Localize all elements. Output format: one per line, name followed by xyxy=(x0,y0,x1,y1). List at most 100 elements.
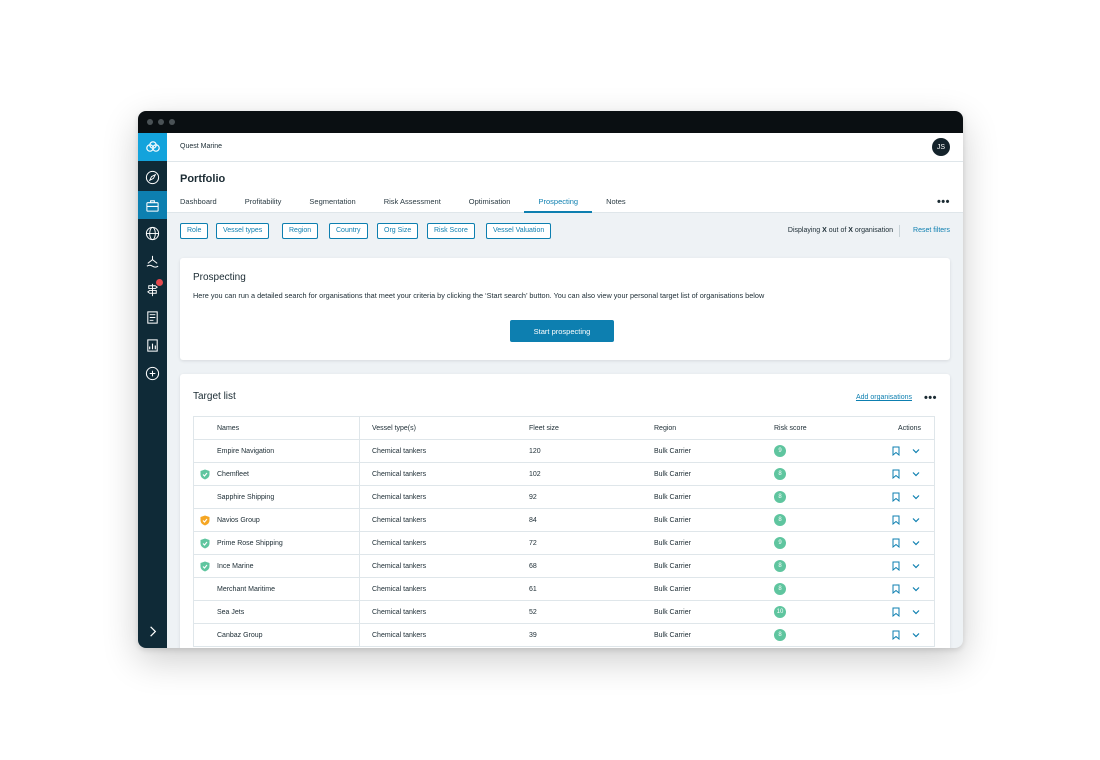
table-row[interactable]: Empire Navigation Chemical tankers 120 B… xyxy=(194,440,934,463)
risk-score-badge: 8 xyxy=(774,629,786,641)
org-name-cell[interactable]: Empire Navigation xyxy=(217,440,274,462)
risk-score-cell: 9 xyxy=(774,532,786,554)
sidebar-item-portfolio[interactable] xyxy=(138,191,167,219)
bookmark-icon[interactable] xyxy=(891,584,901,594)
chevron-down-icon[interactable] xyxy=(911,538,921,548)
tab-notes[interactable]: Notes xyxy=(592,197,640,213)
filter-chip-risk-score[interactable]: Risk Score xyxy=(427,223,475,239)
app-logo[interactable] xyxy=(138,133,167,161)
start-prospecting-button[interactable]: Start prospecting xyxy=(510,320,614,342)
risk-score-cell: 8 xyxy=(774,509,786,531)
target-list-more-icon[interactable]: ••• xyxy=(924,393,937,404)
column-header-names[interactable]: Names xyxy=(217,417,239,439)
vessel-type-cell: Chemical tankers xyxy=(359,601,426,623)
more-options-icon[interactable]: ••• xyxy=(937,197,950,208)
table-row[interactable]: Sapphire Shipping Chemical tankers 92 Bu… xyxy=(194,486,934,509)
org-name-cell[interactable]: Navios Group xyxy=(217,509,260,531)
filter-chip-region[interactable]: Region xyxy=(282,223,319,239)
table-row[interactable]: Ince Marine Chemical tankers 68 Bulk Car… xyxy=(194,555,934,578)
org-name-cell[interactable]: Canbaz Group xyxy=(217,624,263,646)
column-header-vessel-types[interactable]: Vessel type(s) xyxy=(359,417,416,439)
chevron-down-icon[interactable] xyxy=(911,469,921,479)
risk-score-cell: 8 xyxy=(774,463,786,485)
tab-optimisation[interactable]: Optimisation xyxy=(455,197,525,213)
chevron-down-icon[interactable] xyxy=(911,630,921,640)
window-minimize-dot[interactable] xyxy=(158,119,164,125)
chevron-down-icon[interactable] xyxy=(911,561,921,571)
filter-chip-country[interactable]: Country xyxy=(329,223,368,239)
bookmark-icon[interactable] xyxy=(891,630,901,640)
window-close-dot[interactable] xyxy=(147,119,153,125)
org-name-cell[interactable]: Chemfleet xyxy=(217,463,249,485)
filter-chip-vessel-valuation[interactable]: Vessel Valuation xyxy=(486,223,552,239)
fleet-size-cell: 72 xyxy=(529,539,537,547)
chevron-down-icon[interactable] xyxy=(911,515,921,525)
row-actions xyxy=(891,532,921,554)
risk-score-badge: 8 xyxy=(774,514,786,526)
bookmark-icon[interactable] xyxy=(891,446,901,456)
column-header-region[interactable]: Region xyxy=(654,417,676,439)
chevron-down-icon[interactable] xyxy=(911,492,921,502)
sidebar-item-globe[interactable] xyxy=(138,219,167,247)
org-name-cell[interactable]: Merchant Maritime xyxy=(217,578,275,600)
risk-score-badge: 8 xyxy=(774,468,786,480)
filter-chip-org-size[interactable]: Org Size xyxy=(377,223,419,239)
bookmark-icon[interactable] xyxy=(891,607,901,617)
chevron-down-icon[interactable] xyxy=(911,607,921,617)
app-window: Quest Marine JS Portfolio Dashboard Prof… xyxy=(138,111,963,648)
row-actions xyxy=(891,624,921,646)
sidebar-item-ship[interactable] xyxy=(138,247,167,275)
sidebar-item-compass[interactable] xyxy=(138,163,167,191)
status-shield xyxy=(200,486,212,508)
filter-chip-role[interactable]: Role xyxy=(180,223,209,239)
prospecting-description: Here you can run a detailed search for o… xyxy=(193,291,765,300)
org-name-cell[interactable]: Prime Rose Shipping xyxy=(217,532,283,554)
sidebar-item-document[interactable] xyxy=(138,303,167,331)
row-actions xyxy=(891,555,921,577)
table-row[interactable]: Merchant Maritime Chemical tankers 61 Bu… xyxy=(194,578,934,601)
bookmark-icon[interactable] xyxy=(891,538,901,548)
column-header-fleet-size[interactable]: Fleet size xyxy=(529,417,559,439)
bookmark-icon[interactable] xyxy=(891,469,901,479)
filter-row: Role Vessel types Region Country Org Siz… xyxy=(180,223,950,241)
sidebar-item-signpost[interactable] xyxy=(138,275,167,303)
rings-logo-icon xyxy=(145,141,160,152)
bookmark-icon[interactable] xyxy=(891,561,901,571)
tab-dashboard[interactable]: Dashboard xyxy=(180,197,231,213)
sidebar-item-add[interactable] xyxy=(138,359,167,387)
sidebar-item-report[interactable] xyxy=(138,331,167,359)
shield-check-icon xyxy=(200,515,210,525)
results-count-prefix: Displaying xyxy=(787,227,823,234)
add-organisations-link[interactable]: Add organisations xyxy=(856,394,912,401)
org-name-cell[interactable]: Ince Marine xyxy=(217,555,254,577)
window-maximize-dot[interactable] xyxy=(169,119,175,125)
table-row[interactable]: Sea Jets Chemical tankers 52 Bulk Carrie… xyxy=(194,601,934,624)
tab-segmentation[interactable]: Segmentation xyxy=(295,197,369,213)
table-row[interactable]: Chemfleet Chemical tankers 102 Bulk Carr… xyxy=(194,463,934,486)
top-bar: Quest Marine JS xyxy=(167,133,963,162)
chevron-down-icon[interactable] xyxy=(911,584,921,594)
row-actions xyxy=(891,463,921,485)
table-row[interactable]: Navios Group Chemical tankers 84 Bulk Ca… xyxy=(194,509,934,532)
table-row[interactable]: Canbaz Group Chemical tankers 39 Bulk Ca… xyxy=(194,624,934,647)
filter-chip-vessel-types[interactable]: Vessel types xyxy=(216,223,270,239)
org-name-cell[interactable]: Sea Jets xyxy=(217,601,244,623)
risk-score-cell: 9 xyxy=(774,440,786,462)
chevron-down-icon[interactable] xyxy=(911,446,921,456)
tab-profitability[interactable]: Profitability xyxy=(231,197,296,213)
prospecting-title: Prospecting xyxy=(193,272,246,283)
org-name-cell[interactable]: Sapphire Shipping xyxy=(217,486,274,508)
tab-prospecting[interactable]: Prospecting xyxy=(524,197,592,213)
sidebar-expand-button[interactable] xyxy=(138,617,167,645)
bookmark-icon[interactable] xyxy=(891,515,901,525)
vessel-type-cell: Chemical tankers xyxy=(359,555,426,577)
reset-filters-link[interactable]: Reset filters xyxy=(913,227,950,234)
chevron-right-icon xyxy=(150,625,157,637)
table-row[interactable]: Prime Rose Shipping Chemical tankers 72 … xyxy=(194,532,934,555)
bookmark-icon[interactable] xyxy=(891,492,901,502)
status-shield xyxy=(200,555,212,577)
column-header-risk-score[interactable]: Risk score xyxy=(774,417,807,439)
tab-risk-assessment[interactable]: Risk Assessment xyxy=(370,197,455,213)
avatar[interactable]: JS xyxy=(932,138,950,156)
document-icon xyxy=(147,310,158,324)
